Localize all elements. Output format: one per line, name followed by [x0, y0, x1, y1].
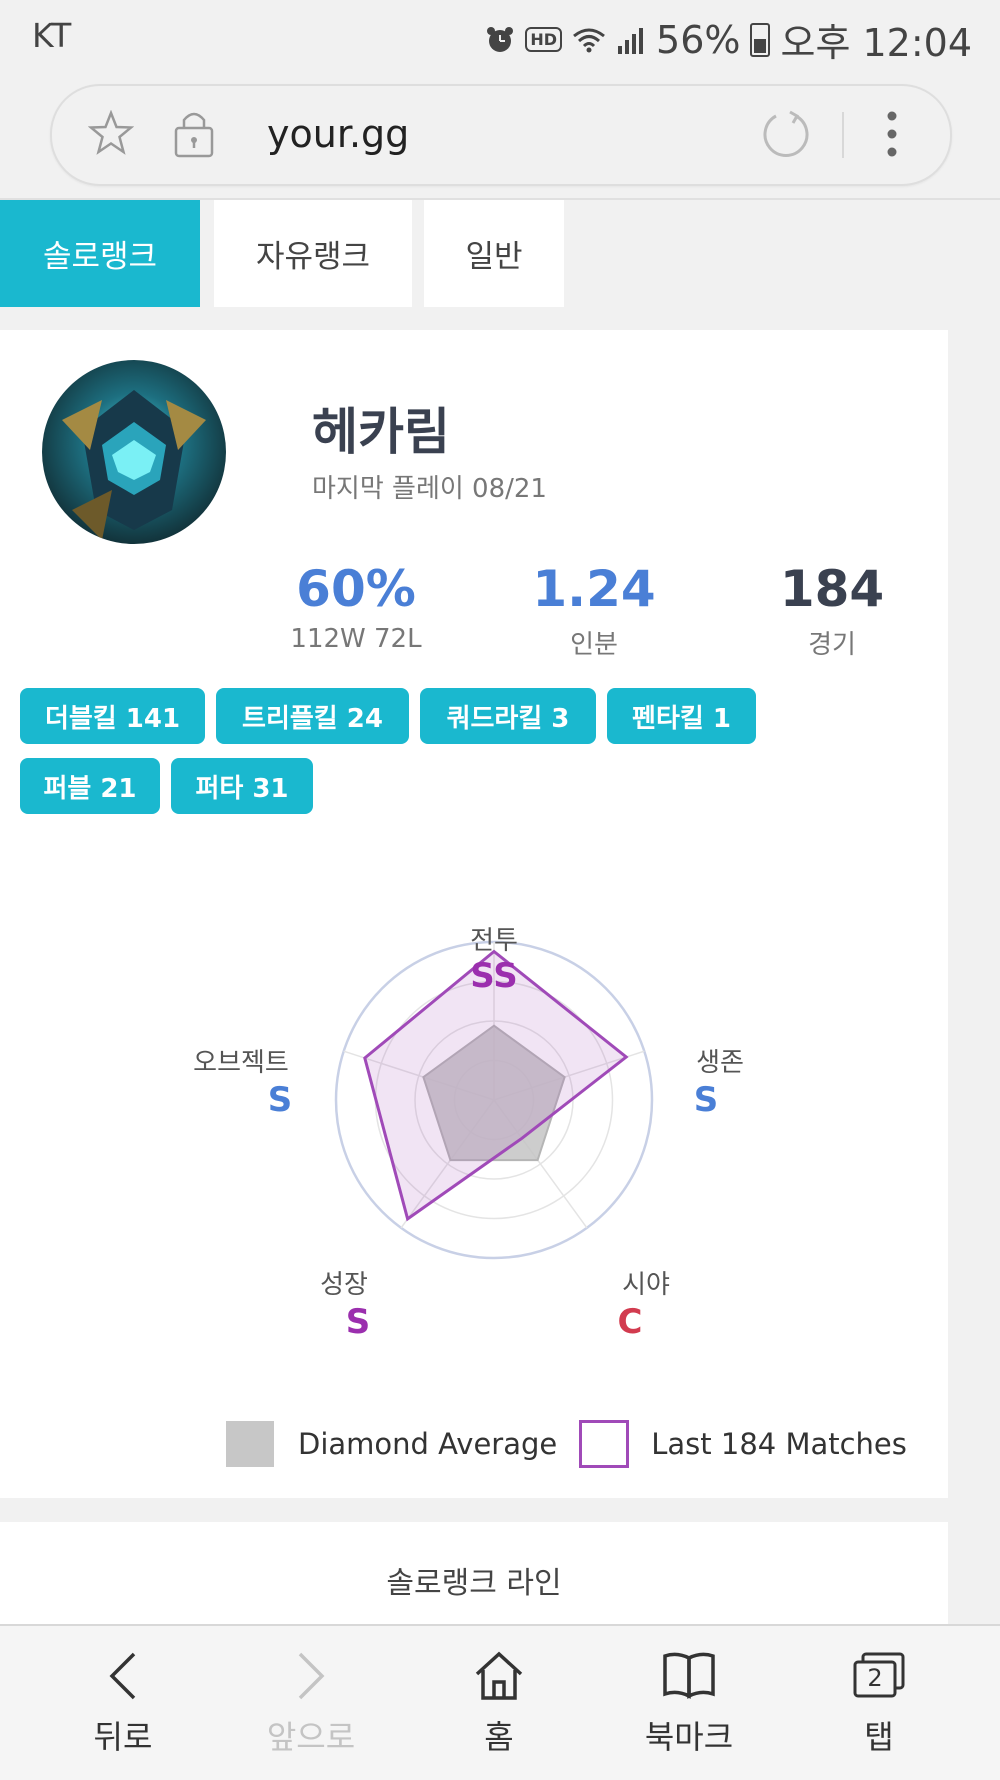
- lock-icon: [172, 108, 216, 162]
- carrier-label: KT: [32, 16, 72, 55]
- radar-axis-label: 시야: [622, 1270, 670, 1300]
- legend-average-swatch: [226, 1421, 274, 1467]
- badge-triple-kill: 트리플킬 24: [216, 688, 409, 744]
- tab-label: 솔로랭크: [42, 239, 158, 275]
- queue-tabs: 솔로랭크 자유랭크 일반: [0, 200, 1000, 307]
- nav-back[interactable]: 뒤로: [48, 1648, 198, 1758]
- games-value: 184: [779, 560, 885, 618]
- signal-icon: [616, 26, 646, 54]
- winrate-value: 60%: [296, 560, 416, 618]
- champion-name: 헤카림: [312, 403, 450, 461]
- kda-stat: 1.24 인분: [484, 560, 704, 661]
- radar-axis-label: 생존: [696, 1048, 744, 1078]
- nav-home[interactable]: 홈: [424, 1648, 574, 1758]
- address-bar[interactable]: your.gg: [50, 84, 952, 186]
- legend-player-swatch: [579, 1420, 630, 1468]
- radar-legend: Diamond Average Last 184 Matches: [226, 1420, 907, 1468]
- badge-first-tower: 퍼타 31: [171, 758, 313, 814]
- nav-forward[interactable]: 앞으로: [236, 1648, 386, 1758]
- tab-flex-rank[interactable]: 자유랭크: [214, 200, 412, 307]
- radar-axis-grade: SS: [470, 956, 518, 996]
- radar-axis-grade: S: [693, 1080, 719, 1120]
- badge-quadra-kill: 쿼드라킬 3: [420, 688, 596, 744]
- nav-bookmarks[interactable]: 북마크: [614, 1648, 764, 1758]
- nav-tabs[interactable]: 2 탭: [804, 1648, 954, 1758]
- toolbar-divider: [842, 112, 844, 158]
- kda-value: 1.24: [532, 560, 656, 618]
- badge-penta-kill: 펜타킬 1: [607, 688, 756, 744]
- badge-double-kill: 더블킬 141: [20, 688, 205, 744]
- kda-label: 인분: [570, 630, 618, 660]
- more-menu-icon[interactable]: [884, 108, 900, 164]
- clock: 오후 12:04: [780, 21, 972, 65]
- radar-axis-label: 전투: [470, 926, 518, 956]
- radar-axis-grade: S: [345, 1302, 371, 1342]
- nav-label: 탭: [864, 1718, 894, 1756]
- radar-axis-label: 오브젝트: [193, 1048, 289, 1078]
- nav-label: 북마크: [644, 1718, 734, 1756]
- champion-avatar: [42, 360, 226, 544]
- url-text[interactable]: your.gg: [267, 112, 409, 156]
- tab-solo-rank[interactable]: 솔로랭크: [0, 200, 200, 307]
- alarm-icon: [485, 25, 515, 55]
- radar-axis-grade: S: [267, 1080, 293, 1120]
- tab-label: 일반: [465, 239, 523, 275]
- nav-label: 앞으로: [266, 1718, 356, 1756]
- battery-percent: 56%: [656, 17, 741, 62]
- bookmark-icon: [659, 1652, 719, 1708]
- winrate-stat: 60% 112W 72L: [246, 560, 466, 654]
- tabs-icon: 2: [849, 1648, 909, 1704]
- radar-axis-label: 성장: [320, 1270, 368, 1300]
- champion-card: 헤카림 마지막 플레이 08/21 60% 112W 72L 1.24 인분 1…: [0, 330, 948, 1498]
- home-icon: [471, 1651, 527, 1708]
- legend-average-label: Diamond Average: [298, 1427, 558, 1461]
- reload-icon[interactable]: [760, 108, 812, 164]
- battery-icon: [750, 22, 771, 57]
- status-icons: HD 56% 오후 12:04: [485, 12, 972, 67]
- browser-toolbar: your.gg: [0, 70, 1000, 200]
- tab-label: 자유랭크: [255, 239, 371, 275]
- radar-axis-grade: C: [617, 1302, 643, 1342]
- games-stat: 184 경기: [722, 560, 942, 661]
- tab-count: 2: [867, 1664, 883, 1692]
- hd-voice-icon: HD: [525, 27, 563, 52]
- performance-radar: 전투 SS 생존 S 시야 C 성장 S 오브젝트 S: [0, 870, 948, 1414]
- forward-icon: [286, 1652, 336, 1708]
- tab-normal[interactable]: 일반: [424, 200, 564, 307]
- win-loss-record: 112W 72L: [290, 624, 422, 654]
- lane-section: 솔로랭크 라인: [0, 1522, 948, 1632]
- games-label: 경기: [808, 630, 856, 660]
- last-played: 마지막 플레이 08/21: [312, 474, 547, 504]
- badge-first-blood: 퍼블 21: [20, 758, 160, 814]
- browser-bottom-nav: 뒤로 앞으로 홈 북마크 2 탭: [0, 1624, 1000, 1780]
- back-icon: [98, 1652, 148, 1708]
- wifi-icon: [572, 26, 606, 54]
- legend-player-label: Last 184 Matches: [651, 1427, 907, 1461]
- star-icon[interactable]: [87, 109, 135, 160]
- section-title: 솔로랭크 라인: [386, 1566, 562, 1601]
- status-bar: KT HD 56% 오후 12:04: [0, 0, 1000, 70]
- nav-label: 홈: [484, 1718, 514, 1756]
- nav-label: 뒤로: [93, 1718, 153, 1756]
